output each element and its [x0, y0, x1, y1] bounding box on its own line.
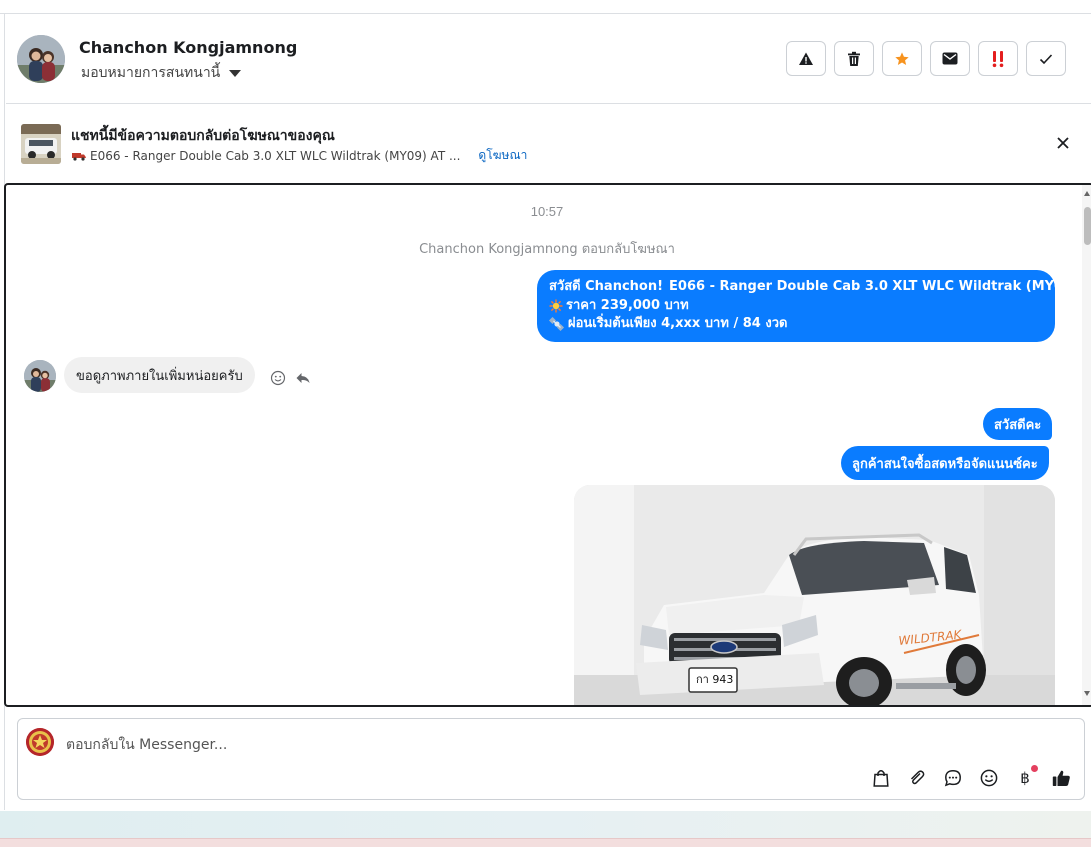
exclamation-icon [992, 50, 1004, 67]
notification-dot [1031, 765, 1038, 772]
payment-button[interactable]: ฿ [1014, 765, 1038, 789]
spam-button[interactable] [978, 41, 1018, 76]
star-icon [895, 51, 909, 65]
installment-text: ผ่อนเริ่มต้นเพียง 4,xxx บาท / 84 งวด [568, 316, 788, 331]
mark-unread-button[interactable] [930, 41, 970, 76]
outgoing-message-greeting[interactable]: สวัสดี Chanchon! E066 - Ranger Double Ca… [537, 270, 1091, 342]
bag-icon [873, 770, 889, 787]
price-text: ราคา 239,000 บาท [566, 297, 689, 313]
emoji-icon [980, 769, 998, 787]
greeting-prefix: สวัสดี Chanchon! [549, 279, 664, 294]
like-button[interactable] [1050, 767, 1072, 789]
car-photo[interactable]: กา 943 WILDTRAK [574, 485, 1055, 705]
ad-thumbnail[interactable] [21, 124, 61, 164]
reply-icon[interactable] [295, 370, 311, 386]
incoming-message[interactable]: ขอดูภาพภายในเพิ่มหน่อยครับ [64, 357, 255, 393]
reply-composer: ตอบกลับใน Messenger... ฿ [17, 718, 1085, 800]
reply-input[interactable]: ตอบกลับใน Messenger... [66, 734, 227, 756]
outgoing-message-hello[interactable]: สวัสดีคะ [983, 408, 1053, 440]
outgoing-message-question[interactable]: ลูกค้าสนใจซื้อสดหรือจัดแนนซ์คะ [841, 446, 1049, 480]
paperclip-icon [910, 770, 925, 785]
saved-reply-button[interactable] [942, 767, 964, 789]
saved-reply-icon [944, 770, 961, 787]
assign-conversation-dropdown[interactable]: มอบหมายการสนทนานี้ [81, 62, 242, 84]
message-timestamp: 10:57 [530, 204, 564, 219]
ad-name: E066 - Ranger Double Cab 3.0 XLT WLC Wil… [90, 148, 461, 163]
check-icon [1039, 53, 1053, 64]
system-message: Chanchon Kongjamnong ตอบกลับโฆษณา [419, 242, 675, 257]
ad-banner-subtitle: E066 - Ranger Double Cab 3.0 XLT WLC Wil… [72, 146, 527, 165]
top-strip [0, 0, 1091, 14]
emoji-button[interactable] [978, 767, 1000, 789]
report-button[interactable] [786, 41, 826, 76]
view-ad-link[interactable]: ดูโฆษณา [478, 146, 527, 165]
thumbs-up-icon [1052, 770, 1070, 786]
sparkle-icon [549, 299, 563, 313]
scroll-down-icon[interactable] [1084, 691, 1090, 696]
shop-button[interactable] [870, 767, 892, 789]
trash-icon [848, 51, 860, 66]
license-plate: กา 943 [696, 673, 733, 686]
ad-reply-banner: แชทนี้มีข้อความตอบกลับต่อโฆษณาของคุณ E06… [6, 104, 1091, 183]
mark-done-button[interactable] [1026, 41, 1066, 76]
message-thread[interactable]: 10:57 Chanchon Kongjamnong ตอบกลับโฆษณา … [4, 183, 1091, 707]
bottom-edge [0, 838, 1091, 847]
contact-avatar[interactable] [17, 35, 65, 83]
attach-button[interactable] [906, 767, 928, 789]
star-button[interactable] [882, 41, 922, 76]
truck-icon [72, 152, 86, 161]
satellite-icon [549, 316, 565, 331]
close-icon[interactable] [1054, 134, 1072, 152]
conversation-header: Chanchon Kongjamnong มอบหมายการสนทนานี้ [6, 15, 1091, 104]
assign-label: มอบหมายการสนทนานี้ [81, 65, 221, 81]
page-avatar [26, 728, 54, 756]
delete-button[interactable] [834, 41, 874, 76]
contact-name[interactable]: Chanchon Kongjamnong [79, 38, 297, 57]
ad-banner-title: แชทนี้มีข้อความตอบกลับต่อโฆษณาของคุณ [71, 128, 335, 144]
header-actions [786, 41, 1066, 76]
caret-down-icon [229, 69, 242, 77]
chat-scrollbar[interactable] [1082, 185, 1091, 705]
scroll-up-icon[interactable] [1084, 191, 1090, 196]
react-emoji-icon[interactable] [270, 370, 286, 386]
warning-icon [799, 52, 813, 65]
greeting-ad-name: E066 - Ranger Double Cab 3.0 XLT WLC Wil… [669, 279, 1091, 294]
composer-tools: ฿ [870, 765, 1072, 789]
baht-icon: ฿ [1020, 769, 1030, 787]
mail-icon [942, 52, 958, 65]
contact-avatar-small[interactable] [24, 360, 56, 392]
scroll-thumb[interactable] [1084, 207, 1091, 245]
